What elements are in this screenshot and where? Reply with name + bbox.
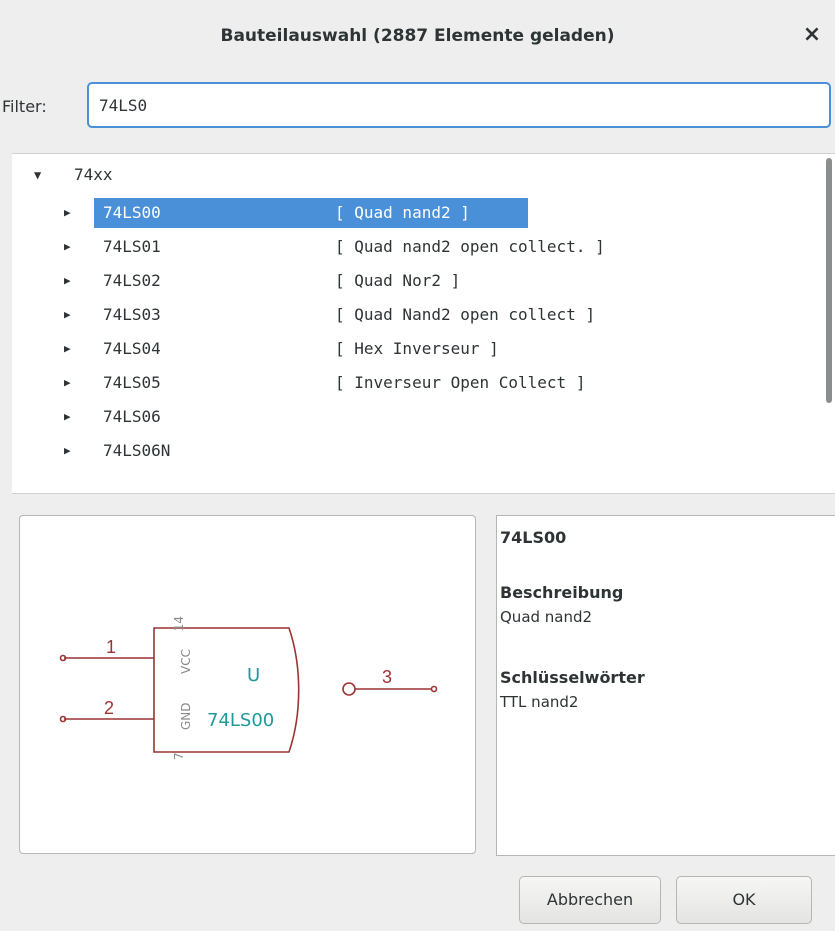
tree-item-74ls01[interactable]: ▶ 74LS01 [ Quad nand2 open collect. ] <box>12 230 812 264</box>
part-description: [ Quad Nand2 open collect ] <box>335 305 596 324</box>
pin-1-number: 1 <box>106 637 116 657</box>
collapsed-triangle-icon[interactable]: ▶ <box>64 230 71 264</box>
window-title: Bauteilauswahl (2887 Elemente geladen) <box>220 26 615 46</box>
part-description: [ Quad Nor2 ] <box>335 271 461 290</box>
vcc-pin-number: 14 <box>172 616 186 631</box>
part-name: 74LS00 <box>103 203 161 222</box>
value-label: 74LS00 <box>207 710 274 731</box>
keywords-value: TTL nand2 <box>500 693 579 711</box>
part-description: [ Quad nand2 open collect. ] <box>335 237 605 256</box>
part-tree[interactable]: ▼ 74xx ▶ 74LS00 [ Quad nand2 ] ▶ 74LS01 … <box>12 153 835 494</box>
vcc-pin-label: VCC <box>179 649 193 674</box>
tree-item-74ls06n[interactable]: ▶ 74LS06N <box>12 434 812 468</box>
tree-item-74ls05[interactable]: ▶ 74LS05 [ Inverseur Open Collect ] <box>12 366 812 400</box>
gnd-pin-label: GND <box>179 702 193 730</box>
part-name: 74LS06 <box>103 407 161 426</box>
cancel-button[interactable]: Abbrechen <box>519 876 661 924</box>
expanded-triangle-icon[interactable]: ▼ <box>34 160 41 190</box>
filter-label: Filter: <box>2 97 47 116</box>
part-name: 74LS04 <box>103 339 161 358</box>
tree-item-74ls06[interactable]: ▶ 74LS06 <box>12 400 812 434</box>
pin-1-end <box>59 654 67 662</box>
tree-item-74ls02[interactable]: ▶ 74LS02 [ Quad Nor2 ] <box>12 264 812 298</box>
tree-group-label: 74xx <box>74 165 113 184</box>
gate-body <box>153 627 300 753</box>
part-name: 74LS01 <box>103 237 161 256</box>
reference-label: U <box>247 665 260 686</box>
tree-item-74ls04[interactable]: ▶ 74LS04 [ Hex Inverseur ] <box>12 332 812 366</box>
collapsed-triangle-icon[interactable]: ▶ <box>64 298 71 332</box>
inversion-bubble <box>342 682 356 696</box>
keywords-heading: Schlüsselwörter <box>500 668 645 687</box>
collapsed-triangle-icon[interactable]: ▶ <box>64 366 71 400</box>
description-heading: Beschreibung <box>500 583 624 602</box>
filter-input[interactable] <box>87 82 831 128</box>
collapsed-triangle-icon[interactable]: ▶ <box>64 434 71 468</box>
part-description: [ Hex Inverseur ] <box>335 339 499 358</box>
part-name: 74LS06N <box>103 441 171 460</box>
part-name-heading: 74LS00 <box>500 528 567 547</box>
collapsed-triangle-icon[interactable]: ▶ <box>64 332 71 366</box>
close-icon[interactable]: × <box>799 22 825 48</box>
part-name: 74LS05 <box>103 373 161 392</box>
pin-2-number: 2 <box>104 698 114 718</box>
collapsed-triangle-icon[interactable]: ▶ <box>64 196 71 230</box>
part-description: [ Inverseur Open Collect ] <box>335 373 586 392</box>
part-description: [ Quad nand2 ] <box>335 203 470 222</box>
title-bar: Bauteilauswahl (2887 Elemente geladen) × <box>0 0 835 80</box>
symbol-preview: 1 2 3 14 VCC GND 7 U 74LS00 <box>19 515 476 854</box>
tree-item-74ls03[interactable]: ▶ 74LS03 [ Quad Nand2 open collect ] <box>12 298 812 332</box>
gnd-pin-number: 7 <box>172 752 186 760</box>
pin-3-end <box>430 685 438 693</box>
part-name: 74LS03 <box>103 305 161 324</box>
collapsed-triangle-icon[interactable]: ▶ <box>64 400 71 434</box>
tree-item-74ls00[interactable]: ▶ 74LS00 [ Quad nand2 ] <box>12 196 812 230</box>
tree-scrollbar[interactable] <box>826 158 832 403</box>
description-value: Quad nand2 <box>500 608 593 626</box>
nand-gate-symbol: 1 2 3 14 VCC GND 7 U 74LS00 <box>59 616 438 760</box>
collapsed-triangle-icon[interactable]: ▶ <box>64 264 71 298</box>
pin-2-end <box>59 715 67 723</box>
part-name: 74LS02 <box>103 271 161 290</box>
pin-3-number: 3 <box>382 667 392 687</box>
part-info-panel: 74LS00 Beschreibung Quad nand2 Schlüssel… <box>496 515 835 856</box>
ok-button[interactable]: OK <box>676 876 812 924</box>
